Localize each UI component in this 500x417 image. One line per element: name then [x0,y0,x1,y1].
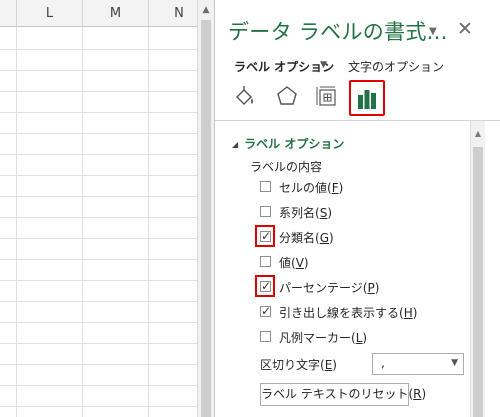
checkbox-box[interactable] [260,256,271,267]
check-icon: ✓ [261,229,272,243]
close-icon[interactable]: ✕ [457,18,473,40]
row-line [0,217,197,218]
section-header-label: ラベル オプション [244,137,345,151]
column-header-left[interactable] [0,0,17,27]
row-line [0,70,197,71]
column-l-label: L [45,6,54,21]
pane-body: ◢ ラベル オプション ラベルの内容 セルの値(F) 系列名(S) ✓ 分類名(G… [215,121,500,417]
row-line [0,196,197,197]
pane-scrollbar[interactable]: ▲ [470,121,485,417]
grid-line [148,27,149,417]
bar-chart-icon [358,90,376,109]
row-line [0,112,197,113]
row-line [0,133,197,134]
grid-line [82,27,83,417]
format-data-labels-pane: データ ラベルの書式... ▼ ✕ ラベル オプション ▼ 文字のオプション ◢… [214,0,500,417]
effects-pentagon-icon [277,86,297,105]
chevron-down-icon[interactable]: ▼ [451,358,458,368]
separator-label: 区切り文字(E) [260,358,337,372]
row-line [0,259,197,260]
row-line [0,154,197,155]
row-line [0,49,197,50]
row-line [0,238,197,239]
row-line [0,301,197,302]
checkbox-box[interactable] [260,331,271,342]
section-header-label-options[interactable]: ◢ ラベル オプション [232,135,344,152]
column-header-n[interactable]: N [149,0,197,27]
checkbox-box[interactable]: ✓ [260,279,272,293]
check-icon: ✓ [261,304,272,318]
scrollbar-thumb[interactable] [473,147,483,417]
row-line [0,175,197,176]
check-icon: ✓ [261,279,272,293]
grid-line [16,27,17,417]
label-options-category-button[interactable] [349,80,385,116]
row-line [0,280,197,281]
fill-line-icon [236,86,253,105]
sheet-scrollbar[interactable]: ▲ [197,0,214,417]
checkbox-box[interactable] [260,206,271,217]
column-n-label: N [174,6,184,21]
size-properties-icon [316,86,336,106]
column-m-label: M [109,6,122,21]
separator-value: , [381,356,385,370]
label-options-dropdown-icon[interactable]: ▼ [320,60,327,70]
effects-button[interactable] [271,80,303,112]
row-line [0,91,197,92]
scroll-up-icon[interactable]: ▲ [471,129,485,138]
checkbox-label: 系列名(S) [279,206,333,220]
checkbox-label: セルの値(F) [279,181,344,195]
checkbox-label: 凡例マーカー(L) [279,331,368,345]
fill-line-button[interactable] [229,80,261,112]
separator-select[interactable]: , ▼ [372,353,464,375]
row-line [0,406,197,407]
checkbox-label: 値(V) [279,256,309,270]
pane-title: データ ラベルの書式... [228,20,448,44]
collapse-triangle-icon[interactable]: ◢ [232,140,238,149]
chevron-down-icon[interactable]: ▼ [429,26,437,37]
scrollbar-thumb[interactable] [201,20,211,417]
row-line [0,385,197,386]
tab-text-options[interactable]: 文字のオプション [348,58,444,75]
row-line [0,364,197,365]
label-contains-header: ラベルの内容 [250,160,323,174]
row-line [0,322,197,323]
column-header-m[interactable]: M [83,0,149,27]
scroll-up-icon[interactable]: ▲ [198,2,214,18]
column-header-l[interactable]: L [17,0,83,27]
checkbox-box[interactable]: ✓ [260,229,272,243]
row-line [0,343,197,344]
reset-label-text-button[interactable]: ラベル テキストのリセット(R) [260,383,426,406]
spreadsheet-grid[interactable]: L M N [0,0,197,417]
size-properties-button[interactable] [311,80,343,112]
checkbox-label: パーセンテージ(P) [279,281,380,295]
checkbox-label: 引き出し線を表示する(H) [279,306,418,320]
checkbox-box[interactable] [260,181,271,192]
checkbox-label: 分類名(G) [279,231,334,245]
checkbox-box[interactable]: ✓ [260,304,272,318]
